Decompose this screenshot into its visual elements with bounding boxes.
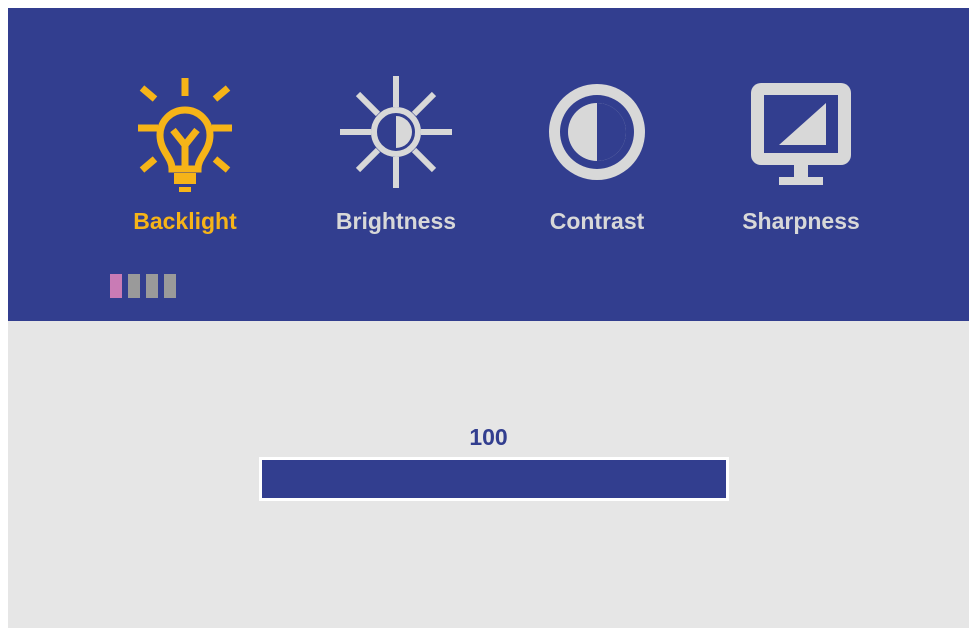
- backlight-slider[interactable]: [259, 457, 729, 501]
- contrast-icon: [549, 84, 645, 180]
- value-readout: 100: [469, 424, 508, 450]
- lightbulb-icon: [138, 78, 232, 192]
- menu-item-brightness[interactable]: Brightness: [311, 73, 481, 235]
- sun-icon: [340, 76, 452, 188]
- page-dot: [164, 274, 176, 298]
- menu-item-label: Backlight: [133, 208, 237, 234]
- page-dot-active: [110, 274, 122, 298]
- page-indicator: [110, 274, 176, 298]
- menu-header: Backlight Brightness Contrast Sharpness: [8, 8, 969, 321]
- adjustment-panel: 100: [8, 321, 969, 628]
- slider-fill: [262, 460, 726, 498]
- menu-item-label: Brightness: [335, 208, 457, 234]
- page-dot: [146, 274, 158, 298]
- menu-item-label: Sharpness: [742, 208, 860, 234]
- page-dot: [128, 274, 140, 298]
- monitor-sharpness-icon: [751, 83, 851, 185]
- menu-item-contrast[interactable]: Contrast: [512, 73, 682, 235]
- menu-item-label: Contrast: [549, 208, 645, 234]
- osd-menu: Backlight Brightness Contrast Sharpness …: [8, 8, 969, 628]
- menu-item-backlight[interactable]: Backlight: [100, 73, 270, 235]
- menu-item-sharpness[interactable]: Sharpness: [716, 73, 886, 235]
